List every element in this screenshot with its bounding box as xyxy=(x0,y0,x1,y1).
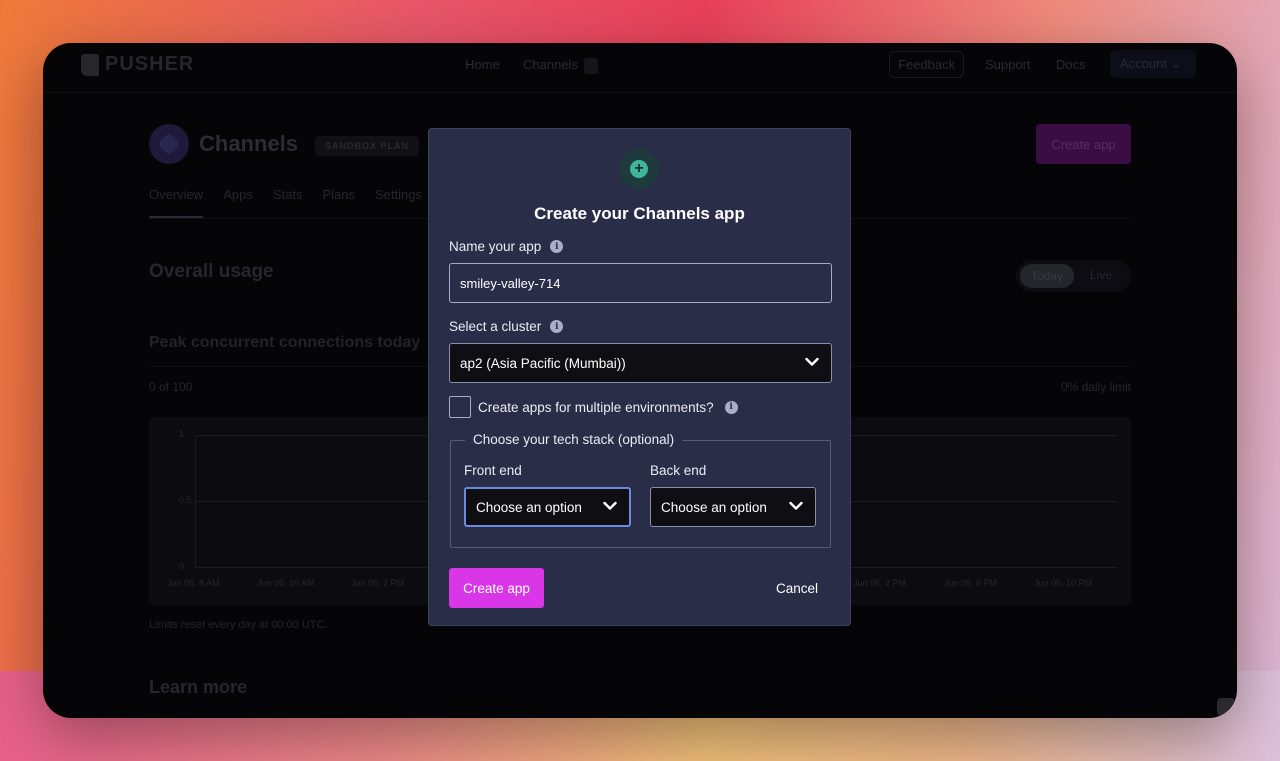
front-end-select-value: Choose an option xyxy=(476,499,582,515)
chart-y-axis xyxy=(195,435,196,567)
plus-circle-icon: + xyxy=(619,149,659,189)
nav-account-dropdown[interactable]: Account ⌄ xyxy=(1110,50,1196,78)
nav-docs[interactable]: Docs xyxy=(1056,57,1086,72)
app-name-input[interactable] xyxy=(449,263,832,303)
tab-plans[interactable]: Plans xyxy=(322,187,355,218)
header-divider xyxy=(43,92,1237,93)
time-range-toggle[interactable]: Today Live xyxy=(1016,260,1131,292)
nav-support[interactable]: Support xyxy=(985,57,1031,72)
front-end-label: Front end xyxy=(464,463,522,478)
nav-channels-label: Channels xyxy=(523,57,578,72)
daily-limit-text: 0% daily limit xyxy=(1060,380,1131,394)
y-tick-label: 0 xyxy=(179,561,185,571)
back-end-select[interactable]: Choose an option xyxy=(650,487,816,527)
resize-handle[interactable] xyxy=(1217,698,1235,716)
nav-channels[interactable]: Channels xyxy=(523,57,598,74)
nav-account-label: Account xyxy=(1120,56,1167,71)
pusher-logo[interactable]: PUSHER xyxy=(81,53,194,76)
x-tick-label: Jun 05, 2 PM xyxy=(853,578,907,588)
x-tick-label: Jun 05, 8 AM xyxy=(167,578,220,588)
multi-env-checkbox[interactable] xyxy=(449,396,471,418)
multi-env-label[interactable]: Create apps for multiple environments? xyxy=(478,400,714,415)
cluster-select[interactable]: ap2 (Asia Pacific (Mumbai)) xyxy=(449,343,832,383)
y-tick-label: 1 xyxy=(179,429,185,439)
pusher-logo-icon xyxy=(81,53,99,76)
info-icon[interactable]: i xyxy=(724,400,738,414)
multi-env-row: Create apps for multiple environments? i xyxy=(449,396,738,418)
cluster-label-text: Select a cluster xyxy=(449,319,542,334)
name-label: Name your app i xyxy=(449,239,564,254)
back-end-select-value: Choose an option xyxy=(661,499,767,515)
y-tick-label: 0.5 xyxy=(179,495,192,505)
chevron-down-icon xyxy=(789,501,803,510)
create-app-button-background[interactable]: Create app xyxy=(1036,124,1131,164)
info-icon[interactable]: i xyxy=(550,320,564,333)
page-tabs: Overview Apps Stats Plans Settings xyxy=(149,187,422,218)
nav-feedback[interactable]: Feedback xyxy=(889,51,965,78)
channels-badge xyxy=(583,57,598,74)
create-app-modal: + Create your Channels app Name your app… xyxy=(428,128,851,626)
connections-count: 0 of 100 xyxy=(149,380,193,394)
tab-apps[interactable]: Apps xyxy=(223,187,253,218)
app-window: PUSHER Home Channels Feedback Support Do… xyxy=(43,43,1237,718)
section-title: Overall usage xyxy=(149,261,274,282)
x-tick-label: Jun 05, 8 PM xyxy=(944,578,998,588)
reset-note: Limits reset every day at 00:00 UTC. xyxy=(149,619,328,631)
front-end-select[interactable]: Choose an option xyxy=(464,487,631,527)
page-title: Channels xyxy=(199,131,299,156)
tab-overview[interactable]: Overview xyxy=(149,187,204,218)
logo-text: PUSHER xyxy=(105,53,195,75)
create-app-button[interactable]: Create app xyxy=(449,568,544,608)
cluster-label: Select a cluster i xyxy=(449,319,564,334)
x-tick-label: Jun 05, 10 AM xyxy=(257,578,315,588)
learn-more-heading: Learn more xyxy=(149,677,248,697)
x-tick-label: Jun 05, 2 PM xyxy=(351,578,405,588)
plan-badge: SANDBOX PLAN xyxy=(315,136,420,156)
subsection-title: Peak concurrent connections today xyxy=(149,334,421,351)
modal-title: Create your Channels app xyxy=(534,204,745,223)
chevron-down-icon xyxy=(805,357,819,366)
back-end-label: Back end xyxy=(650,463,707,478)
tab-stats[interactable]: Stats xyxy=(273,187,303,218)
chevron-down-icon: ⌄ xyxy=(1170,56,1182,71)
cluster-select-value: ap2 (Asia Pacific (Mumbai)) xyxy=(460,355,626,371)
info-icon[interactable]: i xyxy=(550,240,564,253)
nav-home[interactable]: Home xyxy=(465,57,500,72)
x-tick-label: Jun 05, 10 PM xyxy=(1034,578,1093,588)
name-label-text: Name your app xyxy=(449,239,542,254)
cancel-button[interactable]: Cancel xyxy=(757,568,837,608)
plus-icon: + xyxy=(630,160,648,178)
tech-stack-legend: Choose your tech stack (optional) xyxy=(465,432,683,447)
tab-settings[interactable]: Settings xyxy=(375,187,422,218)
toggle-today[interactable]: Today xyxy=(1020,264,1074,288)
toggle-live[interactable]: Live xyxy=(1090,268,1112,282)
chevron-down-icon xyxy=(603,501,617,510)
channels-product-icon xyxy=(149,124,189,164)
